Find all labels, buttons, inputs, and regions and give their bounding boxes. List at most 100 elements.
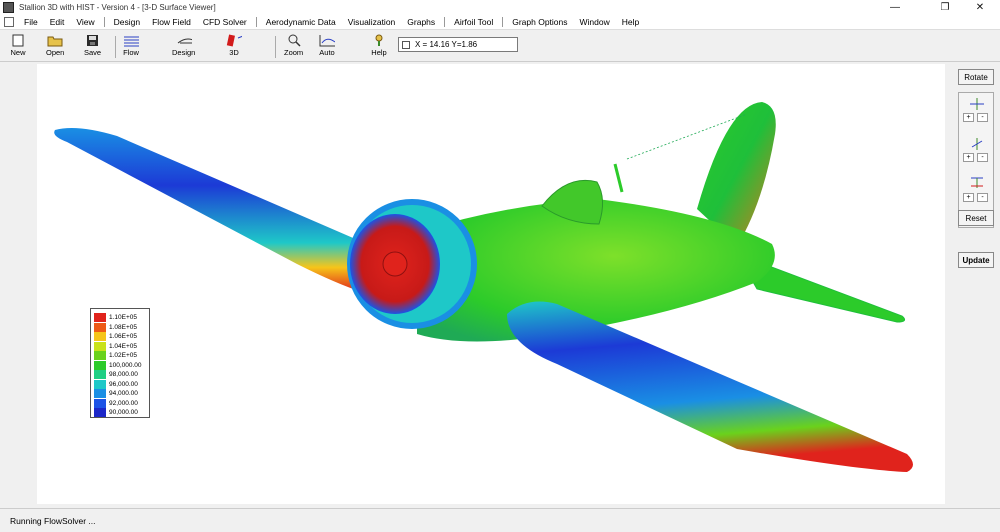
rotate-y-minus-button[interactable]: -	[977, 153, 988, 162]
menu-cfd-solver[interactable]: CFD Solver	[197, 17, 253, 27]
legend-label: 1.08E+05	[109, 323, 138, 331]
reset-button[interactable]: Reset	[958, 210, 994, 226]
coordinate-readout: X = 14.16 Y=1.86	[398, 37, 518, 52]
3d-surface-viewer[interactable]	[37, 64, 945, 504]
pressure-legend: 1.10E+05 1.08E+05 1.06E+05 1.04E+05 1.02E+05…	[90, 308, 150, 418]
rotate-x-plus-button[interactable]: +	[963, 113, 974, 122]
save-button[interactable]: Save	[84, 34, 101, 60]
document-icon	[4, 17, 14, 27]
menu-graph-options[interactable]: Graph Options	[506, 17, 573, 27]
legend-label: 94,000.00	[109, 390, 138, 397]
legend-swatch	[94, 351, 106, 360]
legend-swatch	[94, 398, 106, 408]
cursor-icon	[402, 40, 410, 49]
legend-label: 100,000.00	[109, 361, 142, 369]
antenna-mast	[613, 163, 624, 193]
new-file-icon	[10, 34, 26, 47]
menu-edit[interactable]: Edit	[44, 17, 71, 27]
menu-visualization[interactable]: Visualization	[342, 17, 402, 27]
aircraft-design-icon	[176, 34, 192, 47]
new-button[interactable]: New	[10, 34, 26, 60]
legend-entry: 98,000.00	[94, 370, 138, 379]
legend-swatch	[94, 389, 106, 398]
legend-entry: 96,000.00	[94, 379, 138, 389]
menu-separator	[502, 17, 504, 27]
legend-swatch	[94, 360, 106, 370]
menu-airfoil-tool[interactable]: Airfoil Tool	[448, 17, 499, 27]
minimize-icon[interactable]: —	[880, 0, 910, 15]
restore-icon[interactable]: ❐	[930, 0, 960, 15]
right-wing	[507, 301, 913, 472]
legend-label: 96,000.00	[109, 380, 138, 388]
view-control-panel: Rotate + - + - + - Reset Update	[951, 64, 1000, 504]
aircraft-pressure-render	[54, 102, 913, 472]
legend-label: 92,000.00	[109, 399, 138, 407]
3d-button[interactable]: 3D	[226, 34, 242, 60]
legend-swatch	[94, 332, 106, 341]
toolbar-separator	[275, 36, 276, 58]
legend-swatch	[94, 322, 106, 332]
menu-design[interactable]: Design	[108, 17, 146, 27]
legend-entry: 90,000.00	[94, 408, 138, 417]
coordinate-text: X = 14.16 Y=1.86	[415, 40, 478, 49]
y-axis-rotate-icon	[971, 138, 983, 150]
help-label: Help	[371, 48, 387, 57]
z-axis-rotate-icon	[971, 177, 983, 188]
legend-swatch	[94, 379, 106, 389]
auto-button[interactable]: Auto	[319, 34, 335, 60]
auto-label: Auto	[319, 48, 335, 57]
menu-separator	[103, 17, 105, 27]
update-button[interactable]: Update	[958, 252, 994, 268]
design-button[interactable]: Design	[172, 34, 195, 60]
rotate-z-plus-button[interactable]: +	[963, 193, 974, 202]
design-label: Design	[172, 48, 196, 57]
menu-view[interactable]: View	[70, 17, 100, 27]
help-button[interactable]: Help	[371, 34, 387, 60]
legend-entry: 1.08E+05	[94, 322, 138, 332]
title-bar: Stallion 3D with HIST - Version 4 - [3-D…	[0, 0, 1000, 15]
help-icon	[371, 34, 387, 47]
flow-label: Flow	[123, 48, 139, 57]
window-title: Stallion 3D with HIST - Version 4 - [3-D…	[19, 3, 216, 12]
flow-lines-icon	[123, 34, 139, 47]
menu-separator	[444, 17, 446, 27]
rotation-controls: + - + - + - Reset	[958, 92, 994, 228]
legend-label: 1.04E+05	[109, 342, 138, 350]
menu-flow-field[interactable]: Flow Field	[146, 17, 197, 27]
toolbar-separator	[115, 36, 116, 58]
folder-open-icon	[47, 34, 63, 47]
save-disk-icon	[85, 34, 101, 47]
legend-label: 98,000.00	[109, 371, 138, 378]
app-icon	[3, 2, 14, 13]
status-bar: Running FlowSolver ...	[0, 508, 1000, 532]
menu-separator	[255, 17, 257, 27]
3d-view-icon	[226, 34, 242, 47]
menu-aerodynamic-data[interactable]: Aerodynamic Data	[260, 17, 342, 27]
rotate-y-plus-button[interactable]: +	[963, 153, 974, 162]
legend-swatch	[94, 313, 106, 322]
magnifier-icon	[286, 34, 302, 47]
spinner	[382, 251, 408, 277]
legend-entry: 1.10E+05	[94, 313, 137, 322]
close-icon[interactable]: ✕	[965, 0, 995, 15]
save-label: Save	[84, 48, 102, 57]
menu-window[interactable]: Window	[574, 17, 616, 27]
legend-entry: 94,000.00	[94, 389, 138, 398]
flow-button[interactable]: Flow	[123, 34, 139, 60]
open-button[interactable]: Open	[46, 34, 64, 60]
legend-entry: 1.04E+05	[94, 341, 138, 351]
rotate-button[interactable]: Rotate	[958, 69, 994, 85]
menu-file[interactable]: File	[18, 17, 44, 27]
menu-help[interactable]: Help	[616, 17, 645, 27]
legend-label: 90,000.00	[109, 409, 138, 416]
rotate-x-minus-button[interactable]: -	[977, 113, 988, 122]
legend-entry: 92,000.00	[94, 398, 138, 408]
rotate-z-minus-button[interactable]: -	[977, 193, 988, 202]
zoom-button[interactable]: Zoom	[284, 34, 303, 60]
menu-graphs[interactable]: Graphs	[401, 17, 441, 27]
legend-label: 1.02E+05	[109, 352, 138, 359]
legend-entry: 1.06E+05	[94, 332, 137, 341]
legend-label: 1.10E+05	[109, 314, 138, 321]
menu-bar: File Edit View Design Flow Field CFD Sol…	[0, 15, 1000, 30]
legend-label: 1.06E+05	[109, 333, 138, 340]
